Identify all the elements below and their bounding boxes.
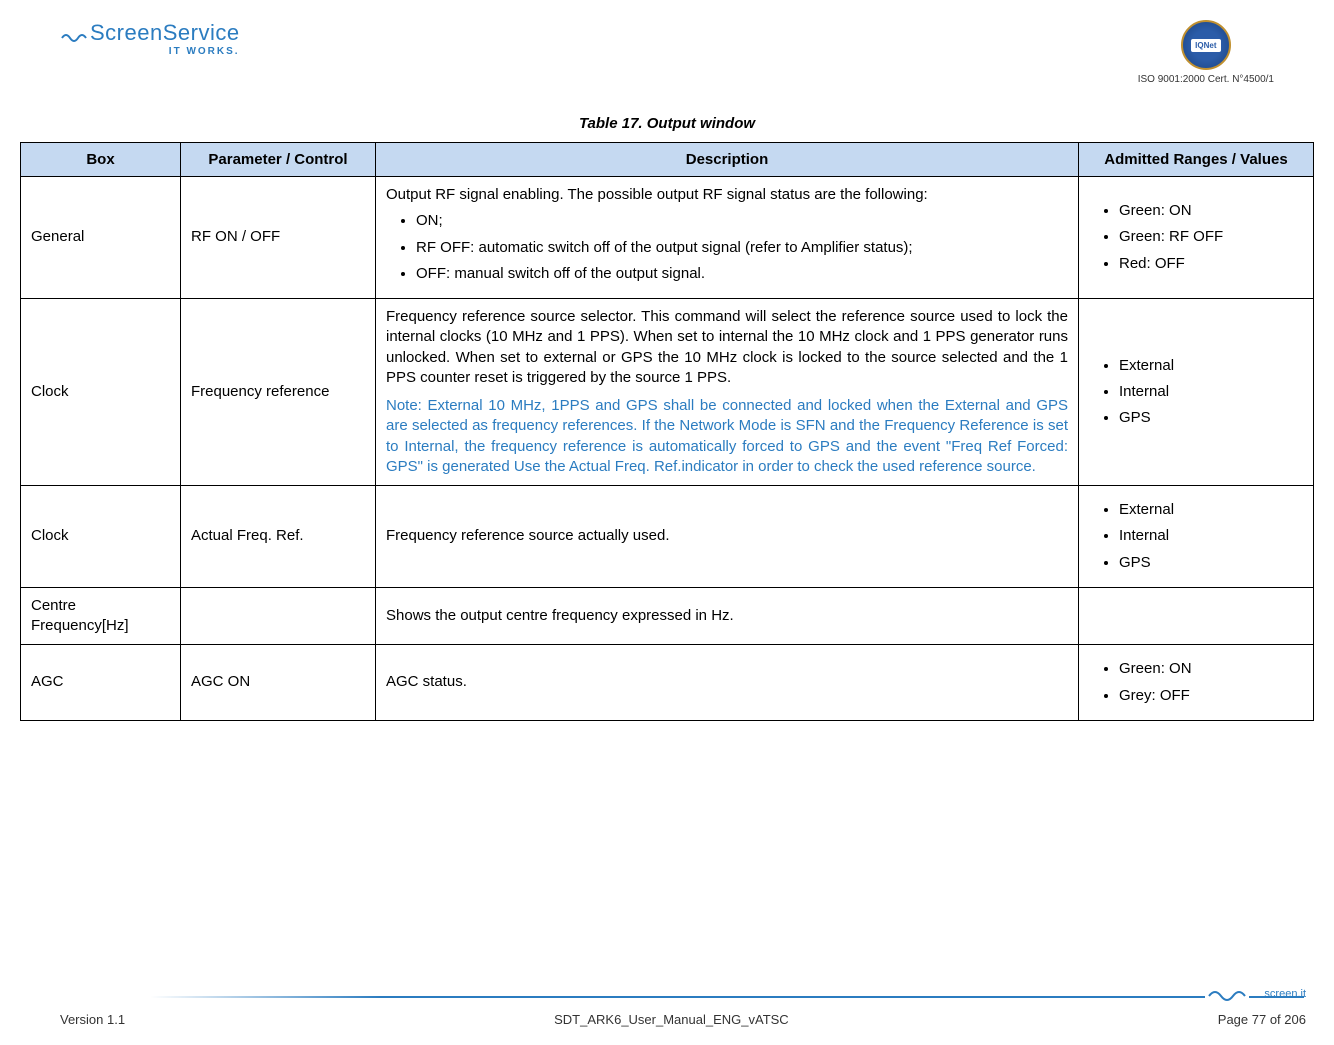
desc-intro: Output RF signal enabling. The possible … — [386, 185, 1068, 205]
cell-desc: AGC status. — [376, 645, 1079, 721]
range-list: Green: ON Grey: OFF — [1089, 659, 1303, 706]
list-item: Green: ON — [1119, 659, 1303, 679]
logo-wave-icon — [60, 22, 88, 56]
col-header-range: Admitted Ranges / Values — [1079, 143, 1314, 177]
cell-range: External Internal GPS — [1079, 299, 1314, 486]
cell-param: Actual Freq. Ref. — [181, 486, 376, 588]
cell-range — [1079, 587, 1314, 645]
table-row: AGC AGC ON AGC status. Green: ON Grey: O… — [21, 645, 1314, 721]
desc-list: ON; RF OFF: automatic switch off of the … — [386, 211, 1068, 284]
desc-para: Frequency reference source selector. Thi… — [386, 307, 1068, 388]
table-row: Centre Frequency[Hz] Shows the output ce… — [21, 587, 1314, 645]
output-window-table: Box Parameter / Control Description Admi… — [20, 142, 1314, 721]
list-item: GPS — [1119, 408, 1303, 428]
iqnet-label: IQNet — [1191, 39, 1220, 52]
desc-note: Note: External 10 MHz, 1PPS and GPS shal… — [386, 396, 1068, 477]
list-item: Green: RF OFF — [1119, 227, 1303, 247]
cell-range: External Internal GPS — [1079, 486, 1314, 588]
footer-divider: screen.it — [20, 986, 1314, 1006]
footer-doc: SDT_ARK6_User_Manual_ENG_vATSC — [554, 1012, 789, 1027]
list-item: GPS — [1119, 553, 1303, 573]
cell-box: General — [21, 177, 181, 299]
logo-right: IQNet ISO 9001:2000 Cert. N°4500/1 — [1138, 20, 1274, 85]
page-header: ScreenService IT WORKS. IQNet ISO 9001:2… — [20, 20, 1314, 95]
list-item: OFF: manual switch off of the output sig… — [416, 264, 1068, 284]
cell-param — [181, 587, 376, 645]
list-item: Grey: OFF — [1119, 686, 1303, 706]
list-item: RF OFF: automatic switch off of the outp… — [416, 238, 1068, 258]
footer-version: Version 1.1 — [60, 1012, 125, 1027]
cell-param: RF ON / OFF — [181, 177, 376, 299]
footer-wave-icon — [1205, 984, 1249, 1010]
cell-box: Clock — [21, 299, 181, 486]
cell-box: AGC — [21, 645, 181, 721]
logo-left: ScreenService IT WORKS. — [60, 20, 240, 57]
list-item: Red: OFF — [1119, 254, 1303, 274]
col-header-desc: Description — [376, 143, 1079, 177]
list-item: External — [1119, 500, 1303, 520]
logo-text-block: ScreenService IT WORKS. — [90, 20, 240, 57]
cell-box: Clock — [21, 486, 181, 588]
footer-line-icon — [150, 996, 1304, 998]
cell-range: Green: ON Grey: OFF — [1079, 645, 1314, 721]
list-item: Green: ON — [1119, 201, 1303, 221]
cell-desc: Shows the output centre frequency expres… — [376, 587, 1079, 645]
list-item: Internal — [1119, 526, 1303, 546]
range-list: Green: ON Green: RF OFF Red: OFF — [1089, 201, 1303, 274]
range-list: External Internal GPS — [1089, 500, 1303, 573]
cell-box: Centre Frequency[Hz] — [21, 587, 181, 645]
logo-sub-text: IT WORKS. — [90, 46, 240, 57]
table-row: General RF ON / OFF Output RF signal ena… — [21, 177, 1314, 299]
list-item: ON; — [416, 211, 1068, 231]
page-footer: screen.it Version 1.1 SDT_ARK6_User_Manu… — [20, 986, 1314, 1027]
footer-page: Page 77 of 206 — [1218, 1012, 1306, 1027]
cell-param: AGC ON — [181, 645, 376, 721]
range-list: External Internal GPS — [1089, 356, 1303, 429]
cell-range: Green: ON Green: RF OFF Red: OFF — [1079, 177, 1314, 299]
footer-row: Version 1.1 SDT_ARK6_User_Manual_ENG_vAT… — [20, 1012, 1314, 1027]
footer-screenit: screen.it — [1264, 988, 1306, 1000]
cell-desc: Frequency reference source actually used… — [376, 486, 1079, 588]
iqnet-badge-icon: IQNet — [1181, 20, 1231, 70]
cell-param: Frequency reference — [181, 299, 376, 486]
iso-cert-text: ISO 9001:2000 Cert. N°4500/1 — [1138, 74, 1274, 85]
logo-main-text: ScreenService — [90, 20, 240, 46]
list-item: External — [1119, 356, 1303, 376]
table-row: Clock Frequency reference Frequency refe… — [21, 299, 1314, 486]
col-header-box: Box — [21, 143, 181, 177]
table-header-row: Box Parameter / Control Description Admi… — [21, 143, 1314, 177]
cell-desc: Output RF signal enabling. The possible … — [376, 177, 1079, 299]
col-header-param: Parameter / Control — [181, 143, 376, 177]
list-item: Internal — [1119, 382, 1303, 402]
table-title: Table 17. Output window — [20, 115, 1314, 132]
table-row: Clock Actual Freq. Ref. Frequency refere… — [21, 486, 1314, 588]
cell-desc: Frequency reference source selector. Thi… — [376, 299, 1079, 486]
